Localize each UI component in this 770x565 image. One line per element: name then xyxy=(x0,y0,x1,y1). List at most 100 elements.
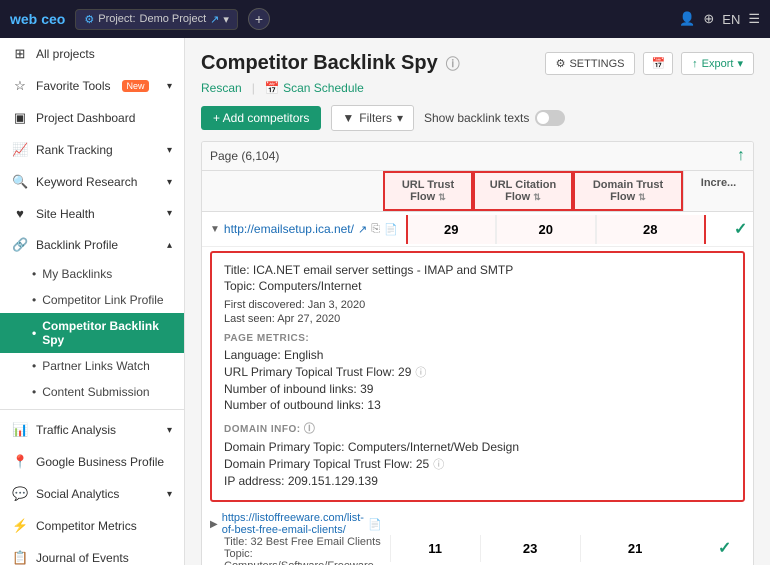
google-icon: 📍 xyxy=(12,454,28,470)
lang-selector[interactable]: EN xyxy=(722,12,740,27)
sidebar-item-google-business[interactable]: 📍 Google Business Profile xyxy=(0,446,184,478)
export-button[interactable]: ↑ Export ▾ xyxy=(681,52,754,75)
sidebar-label-partner-links-watch: Partner Links Watch xyxy=(42,359,150,373)
rescan-link[interactable]: Rescan xyxy=(201,81,242,95)
sort-icon-utf[interactable]: ⇅ xyxy=(438,192,446,202)
sidebar-item-project-dashboard[interactable]: ▣ Project Dashboard xyxy=(0,102,184,134)
backlink-texts-toggle[interactable] xyxy=(535,110,565,126)
sidebar-label-my-backlinks: My Backlinks xyxy=(42,267,112,281)
info-icon-utf[interactable]: ⓘ xyxy=(415,364,426,380)
sidebar-label-traffic-analysis: Traffic Analysis xyxy=(36,423,116,437)
chevron-icon: ▾ xyxy=(167,81,172,92)
sidebar-label-project-dashboard: Project Dashboard xyxy=(36,111,135,125)
row1-dtf-cell: 28 xyxy=(596,215,706,244)
sidebar-label-competitor-backlink-spy: Competitor Backlink Spy xyxy=(42,319,172,347)
row1-ucf-cell: 20 xyxy=(496,215,596,244)
new-badge: New xyxy=(122,80,148,92)
page-title: Competitor Backlink Spy ⓘ xyxy=(201,52,460,75)
row2-url-cell: ▶ https://listoffreeware.com/list-of-bes… xyxy=(202,506,390,565)
col-incr-label: Incre... xyxy=(701,177,736,189)
user-icon[interactable]: 👤 xyxy=(679,11,695,27)
sidebar-item-all-projects[interactable]: ⊞ All projects xyxy=(0,38,184,70)
row2-expand-icon[interactable]: ▶ xyxy=(210,519,218,530)
chevron-icon-kw: ▾ xyxy=(167,177,172,188)
row1-doc-icon[interactable]: 📄 xyxy=(384,223,398,236)
row1-collapse-icon[interactable]: ▼ xyxy=(210,224,220,235)
row1-copy-icon[interactable]: ⎘ xyxy=(371,223,380,236)
sidebar-item-competitor-metrics[interactable]: ⚡ Competitor Metrics xyxy=(0,510,184,542)
settings-button[interactable]: ⚙ SETTINGS xyxy=(545,52,636,75)
col-header-domain-trust-flow: Domain Trust Flow ⇅ xyxy=(573,171,683,211)
star-icon: ☆ xyxy=(12,78,28,94)
sidebar-item-journal-events[interactable]: 📋 Journal of Events xyxy=(0,542,184,565)
sidebar-item-rank-tracking[interactable]: 📈 Rank Tracking ▾ xyxy=(0,134,184,166)
info-icon-domain[interactable]: ⓘ xyxy=(304,423,316,435)
detail-domain-trust-flow: Domain Primary Topical Trust Flow: 25 ⓘ xyxy=(224,456,731,472)
sidebar-item-social-analytics[interactable]: 💬 Social Analytics ▾ xyxy=(0,478,184,510)
chevron-icon-bp: ▴ xyxy=(167,240,172,251)
row2-title: Title: 32 Best Free Email Clients xyxy=(210,536,382,548)
toggle-label-text: Show backlink texts xyxy=(424,111,529,125)
table-row: ▼ http://emailsetup.ica.net/ ↗ ⎘ 📄 29 20… xyxy=(202,212,753,247)
sidebar-item-keyword-research[interactable]: 🔍 Keyword Research ▾ xyxy=(0,166,184,198)
chevron-export: ▾ xyxy=(737,57,743,70)
detail-url-topical-text: URL Primary Topical Trust Flow: 29 xyxy=(224,365,411,379)
sort-icon-dtf[interactable]: ⇅ xyxy=(638,192,646,202)
social-icon: 💬 xyxy=(12,486,28,502)
sort-icon-ucf[interactable]: ⇅ xyxy=(533,192,541,202)
main-layout: ⊞ All projects ☆ Favorite Tools New ▾ ▣ … xyxy=(0,38,770,565)
sidebar-label-rank-tracking: Rank Tracking xyxy=(36,143,113,157)
detail-domain-primary-topic: Domain Primary Topic: Computers/Internet… xyxy=(224,440,731,454)
grid-icon: ⊞ xyxy=(12,46,28,62)
detail-ip: IP address: 209.151.129.139 xyxy=(224,474,731,488)
chart-icon: 📈 xyxy=(12,142,28,158)
scan-schedule-link[interactable]: 📅 Scan Schedule xyxy=(265,81,364,95)
content-area: Competitor Backlink Spy ⓘ ⚙ SETTINGS 📅 ↑… xyxy=(185,38,770,565)
sidebar-item-site-health[interactable]: ♥ Site Health ▾ xyxy=(0,198,184,229)
sidebar-item-favorite-tools[interactable]: ☆ Favorite Tools New ▾ xyxy=(0,70,184,102)
add-competitors-button[interactable]: + Add competitors xyxy=(201,106,321,130)
sidebar-item-my-backlinks[interactable]: • My Backlinks xyxy=(0,261,184,287)
health-icon: ♥ xyxy=(12,206,28,221)
dot-icon-2: • xyxy=(32,293,36,307)
row1-check-cell: ✓ xyxy=(706,212,754,246)
chevron-icon-sh: ▾ xyxy=(167,208,172,219)
detail-box: Title: ICA.NET email server settings - I… xyxy=(210,251,745,502)
row2-doc-icon[interactable]: 📄 xyxy=(368,518,382,531)
filters-label: Filters xyxy=(359,111,392,125)
project-selector[interactable]: ⚙ Project: Demo Project ↗ ▾ xyxy=(75,9,238,30)
domain-info-label: DOMAIN INFO: ⓘ xyxy=(224,420,731,436)
sidebar-item-partner-links-watch[interactable]: • Partner Links Watch xyxy=(0,353,184,379)
menu-icon[interactable]: ☰ xyxy=(748,11,760,27)
row1-external-link-icon[interactable]: ↗ xyxy=(358,223,367,236)
info-icon-dtf-detail[interactable]: ⓘ xyxy=(433,456,444,472)
toolbar: + Add competitors ▼ Filters ▾ Show backl… xyxy=(201,105,754,131)
divider xyxy=(0,409,184,410)
project-name: Demo Project xyxy=(140,13,207,25)
chevron-filter: ▾ xyxy=(397,111,403,125)
scroll-up-icon[interactable]: ↑ xyxy=(737,147,745,165)
add-project-button[interactable]: + xyxy=(248,8,270,30)
backlink-texts-toggle-wrapper: Show backlink texts xyxy=(424,110,565,126)
info-icon[interactable]: ⓘ xyxy=(446,54,460,74)
detail-url-topical: URL Primary Topical Trust Flow: 29 ⓘ xyxy=(224,364,731,380)
sidebar-item-content-submission[interactable]: • Content Submission xyxy=(0,379,184,405)
chevron-icon-ta: ▾ xyxy=(167,425,172,436)
row1-url-link[interactable]: http://emailsetup.ica.net/ xyxy=(224,222,354,236)
sidebar-item-competitor-link-profile[interactable]: • Competitor Link Profile xyxy=(0,287,184,313)
project-icon: ⚙ xyxy=(84,13,94,26)
page-title-text: Competitor Backlink Spy xyxy=(201,52,438,75)
external-link-icon: ↗ xyxy=(210,13,219,26)
sidebar-item-traffic-analysis[interactable]: 📊 Traffic Analysis ▾ xyxy=(0,414,184,446)
filters-button[interactable]: ▼ Filters ▾ xyxy=(331,105,414,131)
chevron-icon-rank: ▾ xyxy=(167,145,172,156)
help-icon[interactable]: ⊕ xyxy=(703,11,714,27)
row2-topic: Topic: Computers/Software/Freeware xyxy=(210,548,382,565)
sidebar-item-competitor-backlink-spy[interactable]: • Competitor Backlink Spy xyxy=(0,313,184,353)
header-actions: ⚙ SETTINGS 📅 ↑ Export ▾ xyxy=(545,52,754,75)
calendar-button[interactable]: 📅 xyxy=(643,52,673,75)
sidebar-item-backlink-profile[interactable]: 🔗 Backlink Profile ▴ xyxy=(0,229,184,261)
row2-url-link[interactable]: https://listoffreeware.com/list-of-best-… xyxy=(222,512,364,536)
row1-checkmark-icon: ✓ xyxy=(734,221,747,238)
separator: | xyxy=(252,81,255,95)
